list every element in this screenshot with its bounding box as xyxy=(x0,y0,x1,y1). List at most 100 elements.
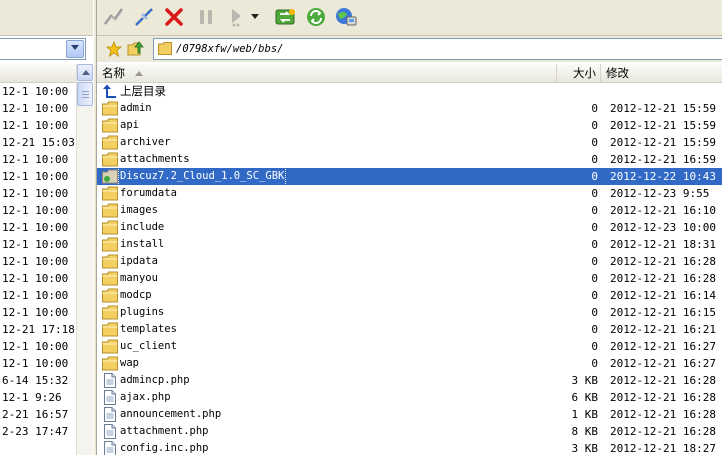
local-row-time[interactable]: 12-1 10:00 xyxy=(0,338,76,355)
refresh-button[interactable] xyxy=(273,4,299,30)
file-name: include xyxy=(120,221,165,233)
parent-folder-button[interactable] xyxy=(127,40,145,58)
local-row-time[interactable]: 12-1 10:00 xyxy=(0,270,76,287)
file-modified: 2012-12-23 10:00 xyxy=(610,221,716,234)
folder-icon xyxy=(158,42,172,55)
file-row[interactable]: ajax.php 6 KB 2012-12-21 16:28 xyxy=(97,389,722,406)
file-modified: 2012-12-21 16:28 xyxy=(610,374,716,387)
folder-icon xyxy=(102,135,118,150)
local-row-time[interactable]: 6-14 15:32 xyxy=(0,372,76,389)
scroll-thumb[interactable] xyxy=(77,82,93,106)
site-manager-button[interactable] xyxy=(333,4,359,30)
local-row-time[interactable]: 12-1 10:00 xyxy=(0,304,76,321)
file-row[interactable]: admincp.php 3 KB 2012-12-21 16:28 xyxy=(97,372,722,389)
local-row-time[interactable]: 12-21 17:18 xyxy=(0,321,76,338)
file-modified: 2012-12-21 18:27 xyxy=(610,442,716,455)
column-header-name[interactable]: 名称 xyxy=(97,64,557,83)
local-row-time[interactable]: 2-21 16:57 xyxy=(0,406,76,423)
file-row[interactable]: plugins 0 2012-12-21 16:15 xyxy=(97,304,722,321)
local-toolbar xyxy=(0,0,93,36)
file-name: forumdata xyxy=(120,187,177,199)
folder-icon xyxy=(102,339,118,354)
file-row[interactable]: api 0 2012-12-21 15:59 xyxy=(97,117,722,134)
local-row-time[interactable]: 12-1 10:00 xyxy=(0,185,76,202)
stop-icon xyxy=(165,8,183,26)
file-size: 0 xyxy=(591,187,598,200)
file-row[interactable]: images 0 2012-12-21 16:10 xyxy=(97,202,722,219)
transfer-dropdown-button[interactable] xyxy=(249,4,261,30)
file-row[interactable]: archiver 0 2012-12-21 15:59 xyxy=(97,134,722,151)
local-row-time[interactable]: 12-1 10:00 xyxy=(0,100,76,117)
file-name: ajax.php xyxy=(120,391,171,403)
scroll-up-button[interactable] xyxy=(77,64,93,81)
file-modified: 2012-12-21 16:21 xyxy=(610,323,716,336)
local-row-time[interactable]: 12-1 10:00 xyxy=(0,236,76,253)
file-name: modcp xyxy=(120,289,152,301)
local-scrollbar[interactable] xyxy=(76,64,93,455)
file-row[interactable]: include 0 2012-12-23 10:00 xyxy=(97,219,722,236)
stop-button[interactable] xyxy=(161,4,187,30)
file-modified: 2012-12-21 15:59 xyxy=(610,102,716,115)
grip-line xyxy=(82,91,89,92)
file-modified: 2012-12-21 16:28 xyxy=(610,272,716,285)
transfer-button[interactable] xyxy=(223,4,249,30)
local-row-time[interactable]: 12-1 9:26 xyxy=(0,389,76,406)
connect-button[interactable] xyxy=(101,4,127,30)
file-row[interactable]: modcp 0 2012-12-21 16:14 xyxy=(97,287,722,304)
disconnect-button[interactable] xyxy=(131,4,157,30)
file-size: 0 xyxy=(591,289,598,302)
file-row[interactable]: attachment.php 8 KB 2012-12-21 16:28 xyxy=(97,423,722,440)
refresh-icon xyxy=(275,9,295,25)
folder-icon xyxy=(102,118,118,133)
file-row[interactable]: admin 0 2012-12-21 15:59 xyxy=(97,100,722,117)
column-header-modified[interactable]: 修改 xyxy=(601,64,722,83)
local-path-dropdown-button[interactable] xyxy=(66,40,84,58)
folder-icon xyxy=(102,186,118,201)
file-name: attachment.php xyxy=(120,425,209,437)
parent-directory-row[interactable]: 上层目录 xyxy=(97,83,722,100)
file-modified: 2012-12-22 10:43 xyxy=(610,170,716,183)
file-row[interactable]: ipdata 0 2012-12-21 16:28 xyxy=(97,253,722,270)
file-row[interactable]: templates 0 2012-12-21 16:21 xyxy=(97,321,722,338)
file-name: archiver xyxy=(120,136,171,148)
local-row-time[interactable]: 12-1 10:00 xyxy=(0,219,76,236)
file-row[interactable]: wap 0 2012-12-21 16:27 xyxy=(97,355,722,372)
local-row-time[interactable]: 12-1 10:00 xyxy=(0,355,76,372)
file-icon xyxy=(102,390,118,405)
folder-up-icon xyxy=(127,41,144,56)
local-row-time[interactable]: 12-1 10:00 xyxy=(0,287,76,304)
file-name: uc_client xyxy=(120,340,177,352)
pause-button[interactable] xyxy=(193,4,219,30)
local-row-time[interactable]: 12-1 10:00 xyxy=(0,253,76,270)
local-row-time[interactable]: 12-1 10:00 xyxy=(0,83,76,100)
file-row[interactable]: Discuz7.2_Cloud_1.0_SC_GBK 0 2012-12-22 10… xyxy=(97,167,722,186)
chevron-down-icon xyxy=(71,45,79,50)
file-row[interactable]: announcement.php 1 KB 2012-12-21 16:28 xyxy=(97,406,722,423)
column-header-size[interactable]: 大小 xyxy=(557,64,601,83)
file-name: templates xyxy=(120,323,177,335)
file-name: api xyxy=(120,119,139,131)
local-row-time[interactable]: 12-1 10:00 xyxy=(0,117,76,134)
local-row-time[interactable]: 12-1 10:00 xyxy=(0,151,76,168)
file-modified: 2012-12-21 16:28 xyxy=(610,391,716,404)
file-modified: 2012-12-21 16:15 xyxy=(610,306,716,319)
local-row-time[interactable]: 12-1 10:00 xyxy=(0,168,76,185)
bookmark-button[interactable] xyxy=(105,40,123,58)
file-row[interactable]: uc_client 0 2012-12-21 16:27 xyxy=(97,338,722,355)
file-row[interactable]: attachments 0 2012-12-21 16:59 xyxy=(97,151,722,168)
file-name: announcement.php xyxy=(120,408,222,420)
file-modified: 2012-12-23 9:55 xyxy=(610,187,710,200)
file-modified: 2012-12-21 16:27 xyxy=(610,357,716,370)
file-icon xyxy=(102,373,118,388)
file-row[interactable]: manyou 0 2012-12-21 16:28 xyxy=(97,270,722,287)
local-row-time[interactable]: 12-21 15:03 xyxy=(0,134,76,151)
sync-button[interactable] xyxy=(303,4,329,30)
local-row-time[interactable]: 2-23 17:47 xyxy=(0,423,76,440)
local-row-time[interactable]: 12-1 10:00 xyxy=(0,202,76,219)
remote-toolbar xyxy=(97,0,722,36)
remote-path-input[interactable]: /0798xfw/web/bbs/ xyxy=(153,38,722,60)
file-row[interactable]: install 0 2012-12-21 18:31 xyxy=(97,236,722,253)
file-row[interactable]: config.inc.php 3 KB 2012-12-21 18:27 xyxy=(97,440,722,455)
file-row[interactable]: forumdata 0 2012-12-23 9:55 xyxy=(97,185,722,202)
file-modified: 2012-12-21 16:28 xyxy=(610,425,716,438)
